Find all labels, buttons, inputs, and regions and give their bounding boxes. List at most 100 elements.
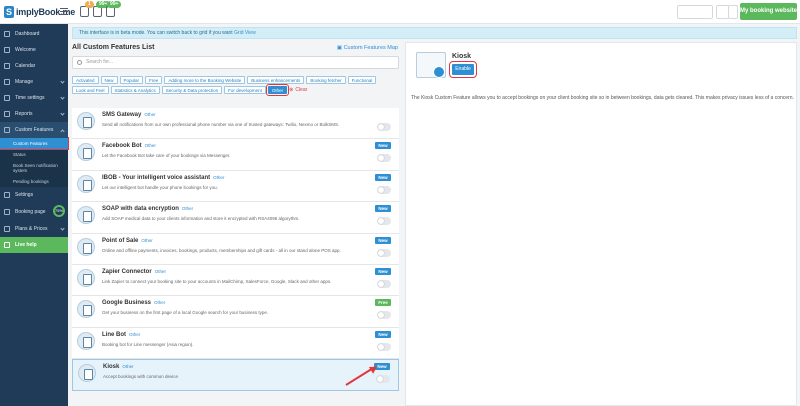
feature-toggle[interactable] xyxy=(377,185,391,194)
feature-toggle[interactable] xyxy=(377,248,391,257)
feature-icon xyxy=(77,206,95,225)
features-list: SMS Gateway Other Send all notifications f… xyxy=(72,108,399,391)
feature-card[interactable]: Google Business Other Get your business on… xyxy=(72,296,399,328)
menu-toggle-icon[interactable] xyxy=(60,8,68,15)
feature-name: Kiosk Other xyxy=(103,364,134,371)
filter-tag[interactable]: Booking fetcher xyxy=(306,76,346,84)
sidebar-item-plans[interactable]: Plans & Prices xyxy=(0,221,68,237)
feature-card[interactable]: Line Bot Other Booking bot for Line messen… xyxy=(72,327,399,360)
sidebar-item-reports[interactable]: Reports xyxy=(0,106,68,122)
detail-title: Kiosk xyxy=(452,53,472,60)
sidebar-item-time-settings[interactable]: Time settings xyxy=(0,90,68,106)
feature-description: Online and offline payments, invoices, b… xyxy=(102,247,341,253)
feature-category[interactable]: Other xyxy=(141,238,152,243)
my-booking-website-button[interactable]: My booking website xyxy=(740,3,797,20)
feature-category[interactable]: Other xyxy=(122,364,133,369)
chevron-down-icon xyxy=(60,226,65,231)
feature-icon xyxy=(77,143,95,162)
chevron-down-icon xyxy=(60,111,65,116)
feature-detail-panel: Kiosk Enable The Kiosk Custom Feature al… xyxy=(405,42,797,406)
filter-tag[interactable]: Security & Data protection xyxy=(161,86,223,94)
clock-icon xyxy=(4,95,10,101)
sidebar-item-settings[interactable]: Settings xyxy=(0,187,68,203)
filter-tag[interactable]: Adding more to the Booking Website xyxy=(164,76,246,84)
tasks-badge: 99+ xyxy=(107,1,122,8)
dashboard-icon xyxy=(4,31,10,37)
clear-icon: ⊗ xyxy=(289,87,294,93)
feature-card[interactable]: Facebook Bot Other Let the Facebook Bot ta… xyxy=(72,139,399,171)
feature-toggle[interactable] xyxy=(377,123,391,131)
feature-category[interactable]: Other xyxy=(213,175,224,180)
feature-category[interactable]: Other xyxy=(154,300,165,305)
feature-name: Google Business Other xyxy=(102,300,166,307)
filter-tag[interactable]: Business enhancements xyxy=(247,76,305,84)
user-dropdown[interactable] xyxy=(677,5,713,19)
feature-toggle[interactable] xyxy=(377,154,391,163)
grid-view-link[interactable]: Grid View xyxy=(234,30,256,36)
feature-category[interactable]: Other xyxy=(144,112,155,117)
sidebar-item-calendar[interactable]: Calendar xyxy=(0,58,68,74)
detail-description: The Kiosk Custom Feature allows you to a… xyxy=(411,95,794,101)
sidebar-subitem-pending-bookings[interactable]: Pending bookings xyxy=(0,176,68,187)
sidebar-subitem-custom-features[interactable]: Custom Features xyxy=(0,137,69,150)
feature-badge: New xyxy=(375,205,391,213)
feature-card[interactable]: SOAP with data encryption Other Add SOAP m… xyxy=(72,202,399,234)
feature-category[interactable]: Other xyxy=(129,332,140,337)
sidebar-item-custom-features[interactable]: Custom Features xyxy=(0,122,68,138)
feature-name: Zapier Connector Other xyxy=(102,268,166,275)
feature-name: SOAP with data encryption Other xyxy=(102,206,194,213)
feature-card[interactable]: SMS Gateway Other Send all notifications f… xyxy=(72,108,399,140)
booking-page-progress: 75% xyxy=(53,205,65,217)
plans-icon xyxy=(4,226,10,232)
booking-page-icon xyxy=(4,209,10,215)
feature-card[interactable]: Point of Sale Other Online and offline pay… xyxy=(72,233,399,265)
search-input[interactable]: Search for... xyxy=(72,56,399,69)
feature-category[interactable]: Other xyxy=(182,206,193,211)
sidebar-item-live-help[interactable]: Live help xyxy=(0,237,68,253)
feature-card[interactable]: IBOB - Your intelligent voice assistant O… xyxy=(72,170,399,203)
chevron-down-icon xyxy=(60,95,65,100)
filter-tag[interactable]: Functional xyxy=(347,76,377,84)
feature-toggle[interactable] xyxy=(377,217,391,226)
sidebar-item-manage[interactable]: Manage xyxy=(0,74,68,90)
sidebar-item-welcome[interactable]: Welcome xyxy=(0,42,68,58)
filter-tag[interactable]: New xyxy=(100,76,118,84)
feature-toggle[interactable] xyxy=(377,311,391,320)
sidebar: Dashboard Welcome Calendar Manage Time s… xyxy=(0,24,69,406)
manage-icon xyxy=(4,79,10,85)
feature-card[interactable]: Kiosk Other Accept bookings with common de… xyxy=(72,359,399,391)
feature-description: Booking bot for Line messenger (Asia reg… xyxy=(102,341,194,347)
filter-tag[interactable]: Other xyxy=(265,84,290,96)
help-button[interactable] xyxy=(728,5,738,19)
kiosk-icon xyxy=(416,52,446,78)
enable-button[interactable]: Enable xyxy=(449,61,477,78)
sidebar-item-dashboard[interactable]: Dashboard xyxy=(0,26,68,42)
sidebar-subitem-book-seen[interactable]: Book Seen notification system xyxy=(0,160,68,176)
welcome-icon xyxy=(4,47,10,53)
filter-tag[interactable]: Free xyxy=(145,76,163,84)
feature-card[interactable]: Zapier Connector Other Link Zapier to conn… xyxy=(72,264,399,297)
feature-category[interactable]: Other xyxy=(155,269,166,274)
puzzle-icon xyxy=(4,127,10,133)
clear-filter-button[interactable]: Clear xyxy=(295,86,307,94)
page-title: All Custom Features List xyxy=(72,44,155,51)
search-icon xyxy=(77,60,82,65)
feature-toggle[interactable] xyxy=(376,375,390,384)
sidebar-item-booking-page[interactable]: Booking page 75% xyxy=(0,203,68,221)
filter-tag[interactable]: Activated xyxy=(72,76,99,84)
custom-features-map-link[interactable]: ▣ Custom Features Map xyxy=(337,45,398,51)
filter-tag[interactable]: Statistics & Analytics xyxy=(110,86,160,94)
feature-icon xyxy=(77,174,95,193)
beta-banner: This interface is in beta mode. You can … xyxy=(72,27,797,39)
filter-tag[interactable]: Popular xyxy=(119,76,144,84)
feature-description: Get your business on the first page of a… xyxy=(102,310,269,316)
reports-icon xyxy=(4,111,10,117)
feature-toggle[interactable] xyxy=(377,279,391,288)
feature-category[interactable]: Other xyxy=(145,143,156,148)
sidebar-subitem-status[interactable]: Status xyxy=(0,149,68,160)
feature-toggle[interactable] xyxy=(377,342,391,351)
filter-tag[interactable]: For development xyxy=(224,86,266,94)
filter-tag[interactable]: Look and Feel xyxy=(72,86,109,94)
feature-description: Let our intelligent bot handle your phon… xyxy=(102,184,218,190)
feature-name: Point of Sale Other xyxy=(102,237,153,244)
